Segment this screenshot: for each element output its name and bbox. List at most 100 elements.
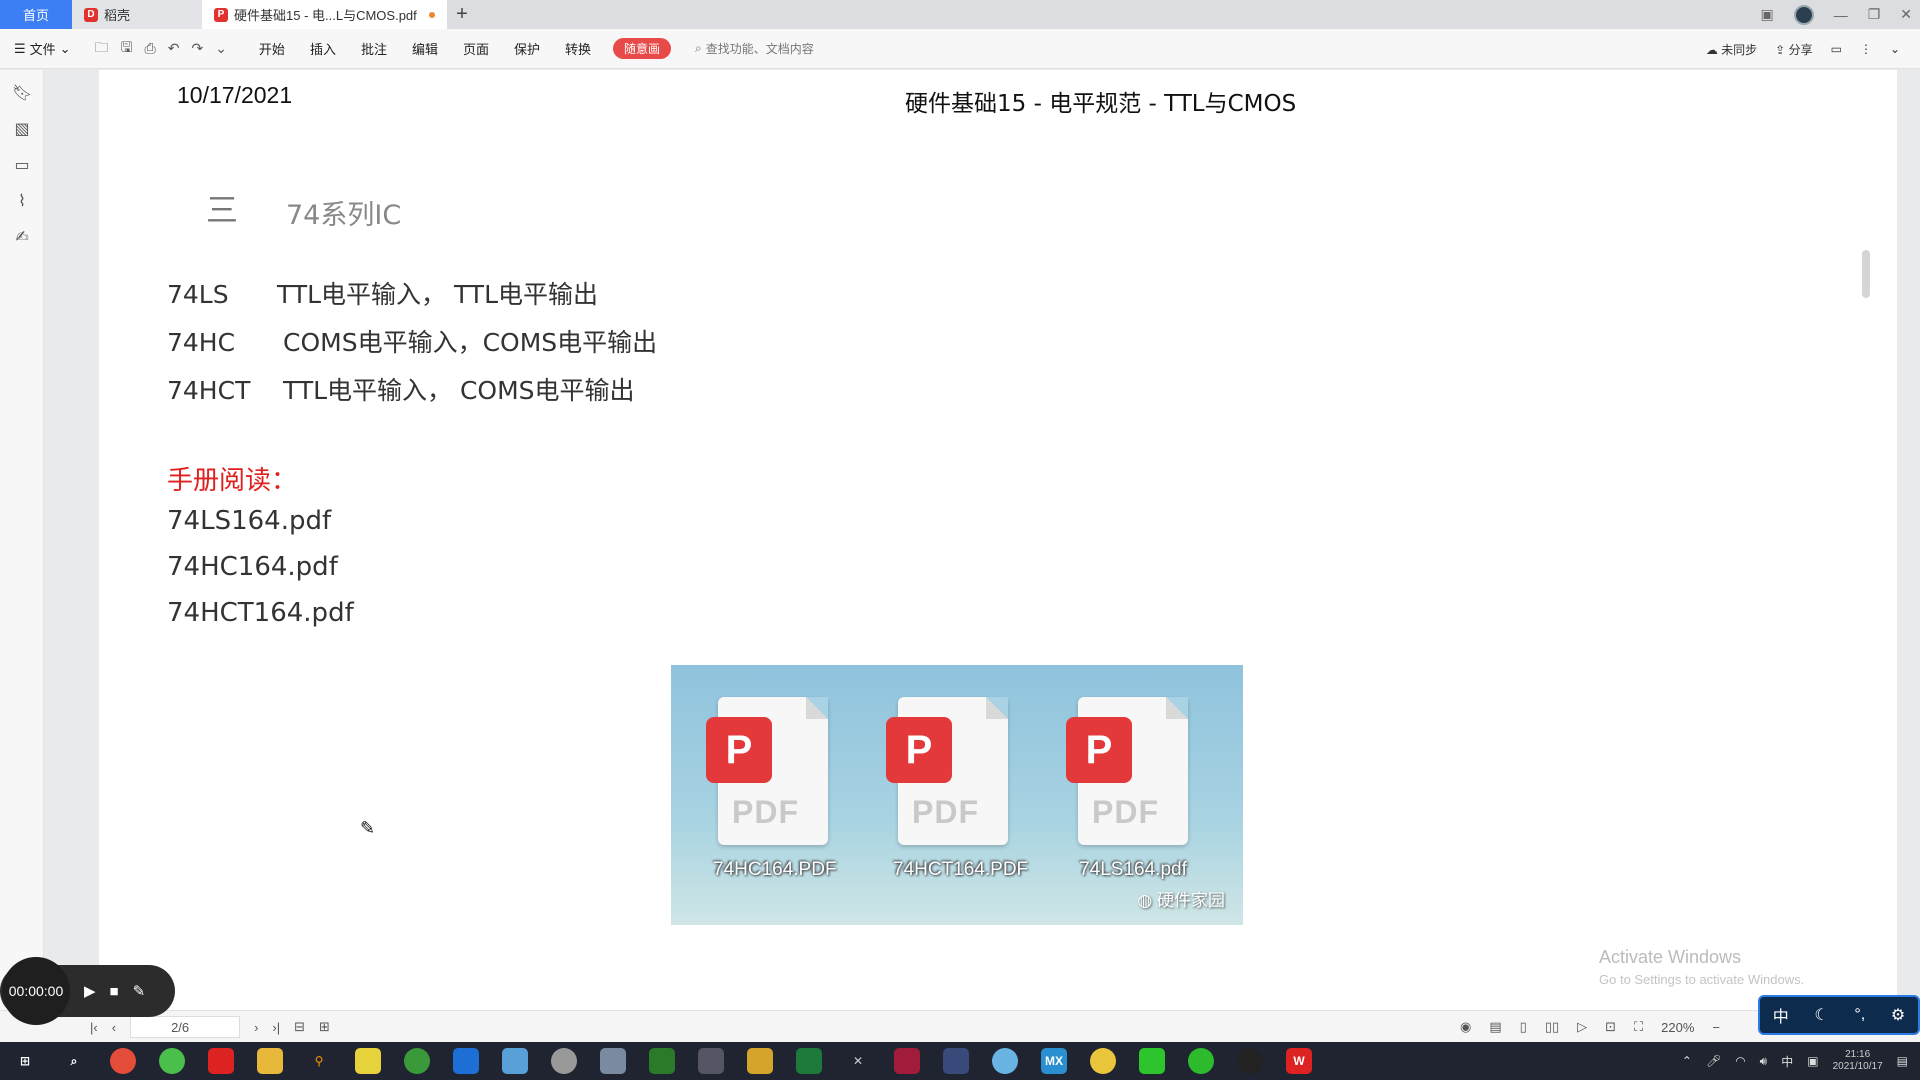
comment-icon[interactable]: ▭ bbox=[1831, 42, 1842, 56]
wps-icon[interactable]: W bbox=[1286, 1048, 1312, 1074]
next-page-icon[interactable]: › bbox=[254, 1020, 258, 1035]
menu-protect[interactable]: 保护 bbox=[514, 39, 540, 58]
tray-app-icon[interactable]: ▣ bbox=[1807, 1054, 1818, 1068]
redo-icon[interactable]: ↷ bbox=[191, 40, 203, 57]
collapse-chevron-icon[interactable]: ⌄ bbox=[1890, 42, 1900, 56]
punctuation-icon[interactable]: °, bbox=[1854, 1006, 1865, 1024]
notification-icon[interactable]: ▤ bbox=[1897, 1054, 1908, 1068]
play-icon[interactable]: ▷ bbox=[1577, 1019, 1587, 1035]
menu-start[interactable]: 开始 bbox=[259, 39, 285, 58]
mic-icon[interactable]: 🎤︎ bbox=[1706, 1054, 1721, 1068]
page-view-icon[interactable]: ▯ bbox=[1520, 1019, 1527, 1035]
mx-icon[interactable]: MX bbox=[1041, 1048, 1067, 1074]
stop-button[interactable]: ■ bbox=[110, 983, 119, 1000]
ime-toolbar: 中 ☾ °, ⚙ bbox=[1758, 995, 1920, 1035]
fit-width-icon[interactable]: ⊡ bbox=[1605, 1019, 1616, 1035]
vertical-scrollbar[interactable] bbox=[1862, 250, 1870, 298]
sync-status[interactable]: ☁ 未同步 bbox=[1706, 41, 1757, 58]
print-icon[interactable]: ⎙ bbox=[145, 40, 156, 57]
browser-icon[interactable] bbox=[159, 1048, 185, 1074]
ime-settings-icon[interactable]: ⚙ bbox=[1891, 1005, 1905, 1025]
rotate-left-icon[interactable]: ⊟ bbox=[294, 1019, 305, 1035]
comment-panel-icon[interactable]: ▭ bbox=[12, 156, 32, 176]
user-avatar[interactable] bbox=[1793, 4, 1814, 25]
save-icon[interactable]: 🖫 bbox=[121, 37, 133, 61]
feature-search[interactable]: ⌕ 查找功能、文档内容 bbox=[695, 40, 814, 57]
more-chevron-icon[interactable]: ⌄ bbox=[215, 40, 227, 57]
app-dark-icon[interactable] bbox=[698, 1048, 724, 1074]
excel-icon[interactable] bbox=[796, 1048, 822, 1074]
tools-icon[interactable]: ✕ bbox=[845, 1048, 871, 1074]
moon-icon[interactable]: ☾ bbox=[1814, 1005, 1828, 1025]
more-icon[interactable]: ⋮ bbox=[1860, 42, 1872, 56]
app-yellow-icon[interactable] bbox=[1090, 1048, 1116, 1074]
app-navy-icon[interactable] bbox=[943, 1048, 969, 1074]
rotate-right-icon[interactable]: ⊞ bbox=[319, 1019, 330, 1035]
menu-edit[interactable]: 编辑 bbox=[412, 39, 438, 58]
signature-icon[interactable]: ✍︎ bbox=[12, 228, 32, 248]
minimize-button[interactable]: — bbox=[1834, 7, 1848, 23]
undo-icon[interactable]: ↶ bbox=[168, 40, 180, 57]
ime-language[interactable]: 中 bbox=[1773, 1003, 1789, 1027]
sync-label: 未同步 bbox=[1721, 42, 1758, 57]
pads-icon[interactable] bbox=[747, 1048, 773, 1074]
ic-row-74hct: 74HCT TTL电平输入， COMS电平输出 bbox=[167, 371, 635, 407]
page-number-field[interactable]: 2/6 bbox=[130, 1016, 241, 1038]
app-gray-icon[interactable] bbox=[551, 1048, 577, 1074]
app-gray2-icon[interactable] bbox=[600, 1048, 626, 1074]
thumbnail-icon[interactable]: ▧ bbox=[12, 120, 32, 140]
app-crimson-icon[interactable] bbox=[894, 1048, 920, 1074]
menu-annotate[interactable]: 批注 bbox=[361, 39, 387, 58]
app-circle-icon[interactable] bbox=[404, 1048, 430, 1074]
single-page-icon[interactable]: ▤ bbox=[1489, 1019, 1501, 1035]
file-explorer-icon[interactable] bbox=[257, 1048, 283, 1074]
start-icon[interactable]: ⊞ bbox=[12, 1048, 38, 1074]
search-taskbar-icon[interactable]: ⌕ bbox=[61, 1048, 87, 1074]
zoom-out-icon[interactable]: − bbox=[1712, 1020, 1720, 1035]
meeting-icon[interactable] bbox=[453, 1048, 479, 1074]
app-green-icon[interactable] bbox=[649, 1048, 675, 1074]
wifi-icon[interactable]: ◠ bbox=[1735, 1054, 1745, 1068]
last-page-icon[interactable]: ›| bbox=[272, 1020, 280, 1035]
restore-button[interactable]: ❐ bbox=[1868, 6, 1881, 23]
bookmark-icon[interactable]: 🔖︎ bbox=[12, 84, 32, 104]
iqiyi-icon[interactable] bbox=[1139, 1048, 1165, 1074]
wechat-taskbar-icon[interactable] bbox=[1188, 1048, 1214, 1074]
ic-row-74hc: 74HC COMS电平输入，COMS电平输出 bbox=[167, 323, 657, 359]
tray-language[interactable]: 中 bbox=[1781, 1053, 1793, 1070]
first-page-icon[interactable]: |‹ bbox=[90, 1020, 98, 1035]
dual-page-icon[interactable]: ▯▯ bbox=[1545, 1019, 1559, 1035]
tab-home[interactable]: 首页 bbox=[0, 0, 72, 29]
menu-convert[interactable]: 转换 bbox=[565, 39, 591, 58]
new-tab-button[interactable]: + bbox=[447, 0, 477, 29]
search-app-icon[interactable]: ⚲ bbox=[306, 1048, 332, 1074]
play-button[interactable]: ▶ bbox=[84, 982, 96, 1000]
page-header-title: 硬件基础15 - 电平规范 - TTL与CMOS bbox=[905, 91, 1297, 117]
app-red-icon[interactable] bbox=[208, 1048, 234, 1074]
close-button[interactable]: ✕ bbox=[1900, 6, 1912, 23]
file-menu[interactable]: ☰ 文件 ⌄ bbox=[14, 39, 71, 58]
fit-page-icon[interactable]: ⛶ bbox=[1634, 1019, 1643, 1035]
volume-icon[interactable]: 🔊︎ bbox=[1760, 1054, 1768, 1069]
tray-chevron-icon[interactable]: ⌃ bbox=[1682, 1054, 1692, 1068]
menu-page[interactable]: 页面 bbox=[463, 39, 489, 58]
freehand-draw-button[interactable]: 随意画 bbox=[613, 38, 672, 59]
open-folder-icon[interactable]: 🗀 bbox=[95, 37, 109, 61]
taskbar-clock[interactable]: 21:16 2021/10/17 bbox=[1833, 1049, 1883, 1073]
layout-icon[interactable]: ▣ bbox=[1760, 6, 1773, 23]
notes-icon[interactable] bbox=[355, 1048, 381, 1074]
attachment-icon[interactable]: ⌇ bbox=[12, 192, 32, 212]
prev-page-icon[interactable]: ‹ bbox=[112, 1020, 116, 1035]
toolbar-right: ☁ 未同步 ⇪ 分享 ▭ ⋮ ⌄ bbox=[1706, 29, 1900, 69]
app-blue-icon[interactable] bbox=[502, 1048, 528, 1074]
share-button[interactable]: ⇪ 分享 bbox=[1775, 41, 1812, 58]
tab-document[interactable]: P 硬件基础15 - 电...L与CMOS.pdf bbox=[202, 0, 447, 29]
chrome-icon[interactable] bbox=[110, 1048, 136, 1074]
menu-insert[interactable]: 插入 bbox=[310, 39, 336, 58]
eye-protect-icon[interactable]: ◉ bbox=[1460, 1019, 1471, 1035]
app-lightblue-icon[interactable] bbox=[992, 1048, 1018, 1074]
pen-button[interactable]: ✎ bbox=[133, 982, 146, 1000]
qq-icon[interactable] bbox=[1237, 1048, 1263, 1074]
zoom-level[interactable]: 220% bbox=[1661, 1020, 1694, 1035]
tab-docer[interactable]: D 稻壳 bbox=[72, 0, 202, 29]
